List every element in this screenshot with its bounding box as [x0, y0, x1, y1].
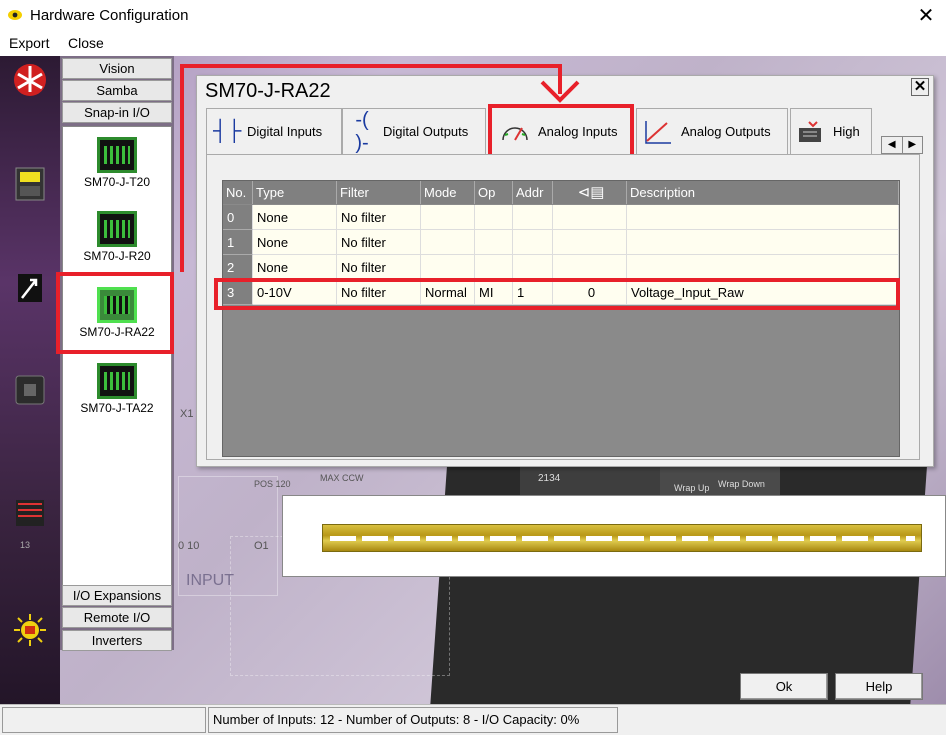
device-chip-icon	[97, 211, 137, 247]
window-close-icon[interactable]: ✕	[914, 4, 938, 28]
category-io-expansions[interactable]: I/O Expansions	[62, 585, 172, 606]
tab-label: High	[833, 124, 860, 139]
app-eye-icon	[8, 10, 22, 20]
tab-scroll-left-icon[interactable]: ◀	[882, 137, 903, 153]
analog-outputs-icon	[645, 120, 671, 144]
column-header-description[interactable]: Description	[627, 181, 899, 204]
window-title: Hardware Configuration	[30, 7, 189, 24]
status-text: Number of Inputs: 12 - Number of Outputs…	[208, 707, 618, 733]
highlight-device-sm70-j-ra22	[56, 272, 174, 354]
device-sm70-j-r20[interactable]: SM70-J-R20	[63, 205, 171, 275]
bg-label-wrap-down: Wrap Down	[718, 479, 765, 489]
device-sm70-j-ta22[interactable]: SM70-J-TA22	[63, 357, 171, 427]
high-speed-icon	[799, 120, 821, 142]
bg-label-o1: O1	[254, 540, 269, 552]
pointer-icon[interactable]	[12, 270, 48, 306]
dialog-close-icon[interactable]: ✕	[911, 78, 929, 96]
controller-icon[interactable]	[12, 166, 48, 202]
category-samba[interactable]: Samba	[62, 80, 172, 101]
menu-bar	[0, 32, 946, 56]
module-icon[interactable]	[12, 372, 48, 408]
device-sm70-j-t20[interactable]: SM70-J-T20	[63, 131, 171, 201]
tab-scroll-right-icon[interactable]: ▶	[903, 137, 923, 153]
highlight-row-3	[214, 278, 900, 310]
device-label: SM70-J-R20	[83, 249, 151, 263]
bg-label-2134: 2134	[538, 473, 561, 484]
cell-description[interactable]	[627, 205, 899, 230]
category-inverters[interactable]: Inverters	[62, 630, 172, 651]
ok-button[interactable]: Ok	[740, 673, 828, 700]
cell-description[interactable]	[627, 255, 899, 280]
category-remote-io[interactable]: Remote I/O	[62, 607, 172, 628]
bg-label-input: INPUT	[186, 572, 234, 589]
tab-high-speed[interactable]: High	[790, 108, 872, 154]
cell-description[interactable]	[627, 230, 899, 255]
bg-label-io10: 0 10	[178, 540, 200, 552]
io-module-icon[interactable]	[12, 496, 48, 532]
menu-export[interactable]: Export	[9, 35, 49, 51]
connector-arrow	[180, 64, 580, 272]
device-chip-icon	[97, 363, 137, 399]
bg-label-pos120: POS 120	[254, 479, 291, 489]
bg-label-wrap-up: Wrap Up	[674, 483, 710, 493]
menu-close[interactable]: Close	[68, 35, 104, 51]
tab-analog-outputs[interactable]: Analog Outputs	[636, 108, 788, 154]
logo-icon	[14, 64, 46, 96]
light-icon[interactable]	[12, 612, 48, 648]
tab-scroll-buttons: ◀ ▶	[881, 136, 923, 154]
tab-label: Analog Outputs	[681, 124, 771, 139]
device-chip-icon	[97, 137, 137, 173]
bg-label-x1: X1	[180, 408, 194, 420]
category-snap-in-io[interactable]: Snap-in I/O	[62, 102, 172, 123]
device-label: SM70-J-T20	[83, 175, 151, 189]
toolbar-count-label: 13	[20, 540, 31, 550]
category-vision[interactable]: Vision	[62, 58, 172, 79]
help-button[interactable]: Help	[835, 673, 923, 700]
device-list: SM70-J-T20 SM70-J-R20 SM70-J-RA22 SM70-J…	[62, 126, 172, 586]
din-rail-slots	[330, 536, 915, 541]
bg-label-max-ccw: MAX CCW	[320, 473, 364, 483]
device-label: SM70-J-TA22	[80, 401, 154, 415]
status-pane-left	[2, 707, 206, 733]
